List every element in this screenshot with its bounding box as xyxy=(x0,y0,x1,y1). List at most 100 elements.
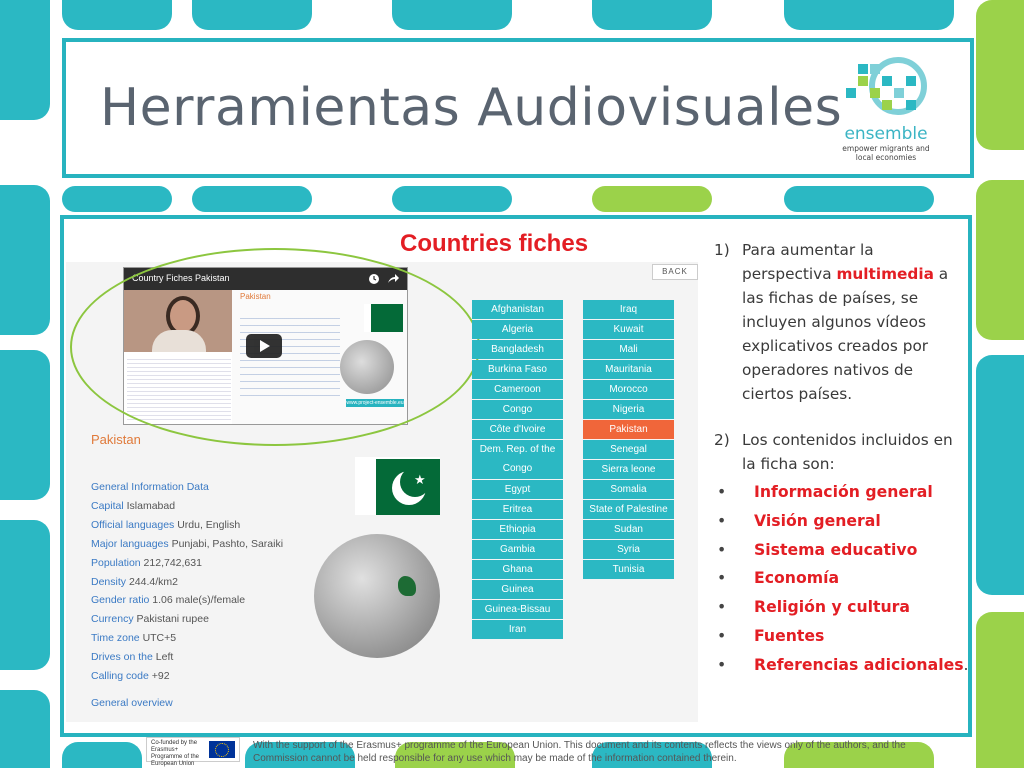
slide-title: Herramientas Audiovisuales xyxy=(100,78,843,138)
info-value: 212,742,631 xyxy=(143,556,202,569)
point-1-text-b: a las fichas de países, se incluyen algu… xyxy=(742,265,949,403)
country-list-col2: Iraq Kuwait Mali Mauritania Morocco Nigeria Pa… xyxy=(583,300,674,580)
info-row: Currency Pakistani rupee xyxy=(91,610,283,629)
globe-map-icon xyxy=(314,534,440,658)
info-row: Gender ratio 1.06 male(s)/female xyxy=(91,591,283,610)
country-info-list: General Information Data Capital Islamab… xyxy=(91,478,283,686)
country-button[interactable]: Burkina Faso xyxy=(472,360,563,379)
info-row: Official languages Urdu, English xyxy=(91,516,283,535)
bullet-mark: • xyxy=(717,568,727,588)
info-key: Calling code xyxy=(91,670,149,683)
bullet-mark: • xyxy=(717,625,727,645)
content-bullet: • Información general xyxy=(714,478,964,507)
bullet-text: Información general xyxy=(754,482,933,501)
bullet-mark: • xyxy=(717,654,727,674)
bullet-text: Economía xyxy=(754,568,840,588)
country-button[interactable]: Kuwait xyxy=(583,320,674,339)
country-button[interactable]: Afghanistan xyxy=(472,300,563,319)
info-row: Major languages Punjabi, Pashto, Saraiki xyxy=(91,535,283,554)
country-button[interactable]: Senegal xyxy=(583,440,674,459)
point-1-number: 1) xyxy=(714,241,730,259)
country-button[interactable]: Dem. Rep. of the Congo xyxy=(472,440,563,479)
country-button[interactable]: Somalia xyxy=(583,480,674,499)
info-key: Gender ratio xyxy=(91,594,150,607)
country-button[interactable]: Iraq xyxy=(583,300,674,319)
footer-disclaimer: With the support of the Erasmus+ program… xyxy=(253,740,906,764)
info-value: Left xyxy=(155,651,174,664)
country-list-col1: Afghanistan Algeria Bangladesh Burkina Faso… xyxy=(472,300,563,640)
info-key: Population xyxy=(91,556,141,569)
general-overview-link[interactable]: General overview xyxy=(91,697,173,709)
info-key: Capital xyxy=(91,499,124,512)
bullet-text: Visión general xyxy=(754,510,881,530)
info-row: Calling code +92 xyxy=(91,667,283,686)
bullet-mark: • xyxy=(717,510,727,530)
country-button[interactable]: Sierra leone xyxy=(583,460,674,479)
bullet-text: Sistema educativo xyxy=(754,539,918,559)
logo-tagline: empower migrants and local economies xyxy=(842,144,930,162)
country-button[interactable]: Morocco xyxy=(583,380,674,399)
info-row: Capital Islamabad xyxy=(91,497,283,516)
point-2-number: 2) xyxy=(714,431,730,449)
bullet-mark: • xyxy=(717,482,727,501)
eu-flag-icon xyxy=(209,741,235,758)
country-button[interactable]: Cameroon xyxy=(472,380,563,399)
content-bullet: • Visión general xyxy=(714,507,964,536)
pakistan-region xyxy=(398,576,416,596)
point-2-text: Los contenidos incluidos en la ficha son… xyxy=(742,431,953,473)
erasmus-logo-text: Co-funded by the Erasmus+ Programme of t… xyxy=(151,740,200,767)
info-row: Population 212,742,631 xyxy=(91,554,283,573)
country-button[interactable]: Syria xyxy=(583,540,674,559)
info-row: General Information Data xyxy=(91,478,283,497)
info-value: Islamabad xyxy=(126,499,176,512)
bullet-text: Fuentes xyxy=(754,625,825,645)
country-button[interactable]: Bangladesh xyxy=(472,340,563,359)
contents-bullet-list: • Información general • Visión general • Sist… xyxy=(714,478,969,680)
country-button[interactable]: Sudan xyxy=(583,520,674,539)
back-button[interactable]: BACK xyxy=(652,264,698,280)
country-button[interactable]: Nigeria xyxy=(583,400,674,419)
info-key: Major languages xyxy=(91,537,169,550)
country-button[interactable]: Guinea-Bissau xyxy=(472,600,563,619)
country-button[interactable]: Iran xyxy=(472,620,563,639)
country-button[interactable]: Côte d'Ivoire xyxy=(472,420,563,439)
country-button[interactable]: Guinea xyxy=(472,580,563,599)
bullet-mark: • xyxy=(717,539,727,559)
country-name: Pakistan xyxy=(91,432,141,447)
country-button[interactable]: State of Palestine xyxy=(583,500,674,519)
content-bullet: • Fuentes xyxy=(714,622,964,651)
logo-name: ensemble xyxy=(844,124,928,144)
point-2: 2) Los contenidos incluidos en la ficha … xyxy=(714,428,964,476)
info-key: Official languages xyxy=(91,518,175,531)
country-button[interactable]: Mauritania xyxy=(583,360,674,379)
countries-fiches-heading: Countries fiches xyxy=(400,230,589,257)
description-text: 1) Para aumentar la perspectiva multimed… xyxy=(714,238,969,680)
info-row: Drives on the Left xyxy=(91,648,283,667)
country-button[interactable]: Algeria xyxy=(472,320,563,339)
info-value: 244.4/km2 xyxy=(128,575,178,588)
bullet-end-punctuation: . xyxy=(963,654,969,674)
info-value: Urdu, English xyxy=(177,518,241,531)
country-button[interactable]: Egypt xyxy=(472,480,563,499)
info-value: 1.06 male(s)/female xyxy=(152,594,246,607)
content-bullet: • Referencias adicionales. xyxy=(714,651,969,680)
country-button[interactable]: Eritrea xyxy=(472,500,563,519)
info-key: Currency xyxy=(91,613,134,626)
info-row: Density 244.4/km2 xyxy=(91,573,283,592)
info-value: Punjabi, Pashto, Saraiki xyxy=(171,537,284,550)
info-value: UTC+5 xyxy=(142,632,177,645)
country-button[interactable]: Ethiopia xyxy=(472,520,563,539)
bullet-text: Religión y cultura xyxy=(754,597,911,617)
country-button[interactable]: Ghana xyxy=(472,560,563,579)
point-1: 1) Para aumentar la perspectiva multimed… xyxy=(714,238,964,406)
country-button[interactable]: Tunisia xyxy=(583,560,674,579)
info-row: Time zone UTC+5 xyxy=(91,629,283,648)
info-value: +92 xyxy=(151,670,170,683)
country-button[interactable]: Pakistan xyxy=(583,420,674,439)
ensemble-logo-icon xyxy=(846,57,927,115)
country-button[interactable]: Mali xyxy=(583,340,674,359)
country-button[interactable]: Gambia xyxy=(472,540,563,559)
content-bullet: • Economía xyxy=(714,564,964,593)
info-value: Pakistani rupee xyxy=(136,613,209,626)
country-button[interactable]: Congo xyxy=(472,400,563,419)
